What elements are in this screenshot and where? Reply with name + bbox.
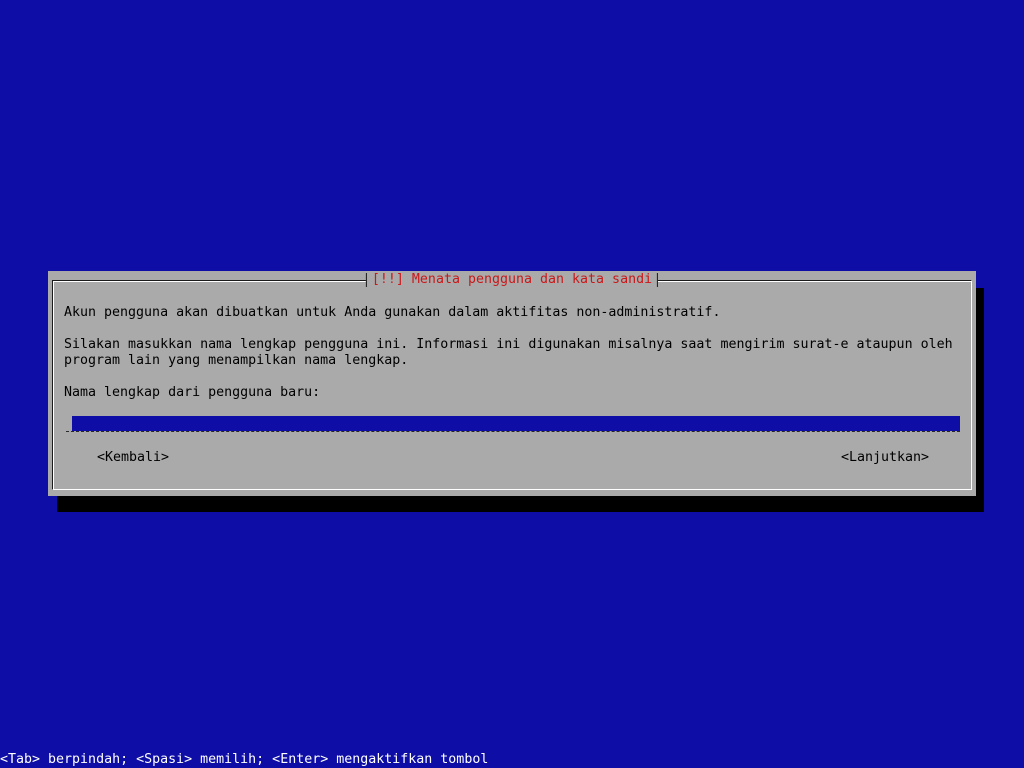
status-bar-hint: <Tab> berpindah; <Spasi> memilih; <Enter…	[0, 752, 489, 767]
continue-button[interactable]: <Lanjutkan>	[841, 449, 929, 466]
full-name-input[interactable]	[72, 416, 960, 431]
instruction-text-line-1: Silakan masukkan nama lengkap pengguna i…	[64, 337, 953, 352]
full-name-field[interactable]	[72, 416, 960, 431]
dialog-title: [!!] Menata pengguna dan kata sandi	[365, 271, 659, 289]
full-name-field-underline	[66, 431, 960, 432]
full-name-label: Nama lengkap dari pengguna baru:	[64, 385, 321, 400]
user-setup-dialog: [!!] Menata pengguna dan kata sandi Akun…	[48, 271, 976, 496]
instruction-text-line-2: program lain yang menampilkan nama lengk…	[64, 353, 409, 368]
installer-screen: [!!] Menata pengguna dan kata sandi Akun…	[0, 0, 1024, 768]
back-button[interactable]: <Kembali>	[97, 449, 169, 466]
intro-text: Akun pengguna akan dibuatkan untuk Anda …	[64, 305, 721, 320]
